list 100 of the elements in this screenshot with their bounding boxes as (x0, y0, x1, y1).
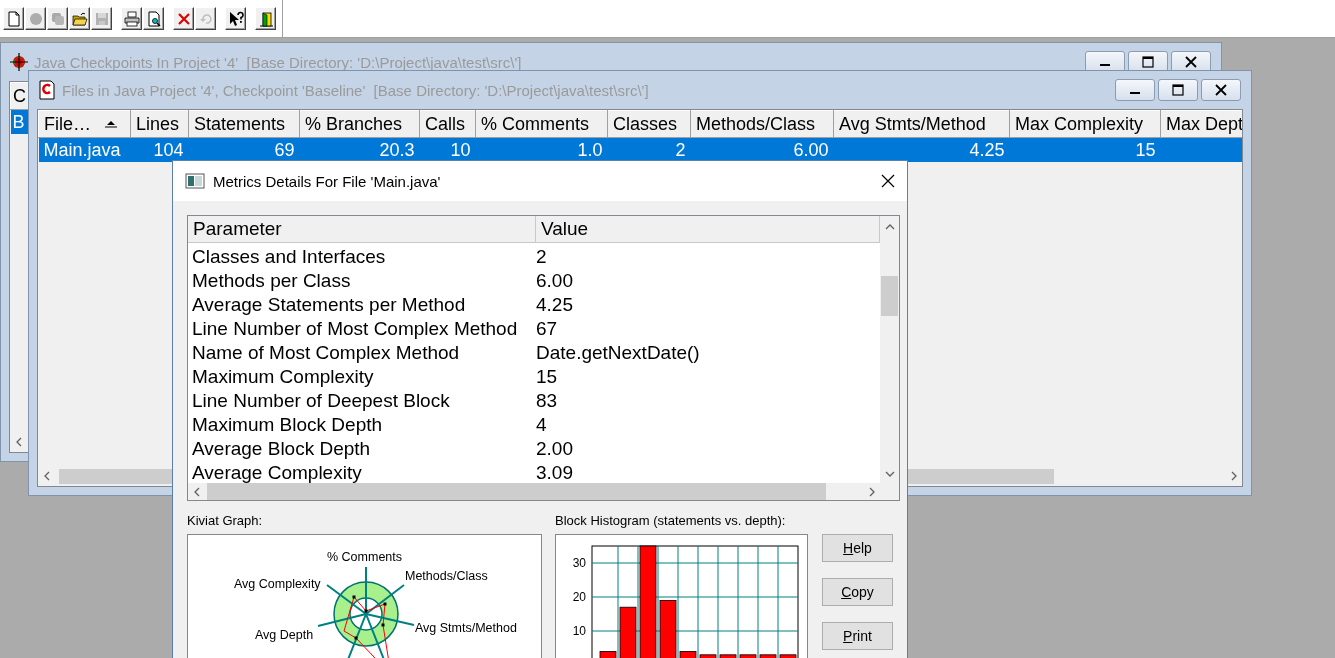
window-title: Metrics Details For File 'Main.java' (213, 172, 441, 190)
table-cell-text: Maximum Complexity (191, 366, 375, 388)
toolbar-button[interactable] (69, 7, 90, 30)
column-header[interactable]: Classes (607, 110, 691, 138)
bar (779, 654, 797, 658)
document-icon (37, 80, 57, 100)
toolbar-button[interactable] (173, 7, 194, 30)
dialog-button[interactable]: Help (822, 534, 893, 562)
table-row[interactable]: Main.java 104 69 20.3 10 1.0 2 6.00 4.25 15 (38, 137, 1242, 162)
bar (759, 654, 777, 658)
column-header[interactable]: Calls (419, 110, 476, 138)
bar (739, 654, 757, 658)
table-cell-text: Classes and Interfaces (191, 246, 387, 268)
maximize-button[interactable] (1128, 51, 1168, 73)
table-cell: 67 (536, 318, 558, 340)
column-header[interactable]: Max Complexity (1009, 110, 1161, 138)
column-header[interactable]: Statements (188, 110, 300, 138)
maximize-icon (1171, 83, 1185, 97)
maximize-icon (1141, 55, 1155, 69)
printer-icon (123, 10, 140, 27)
table-cell: 2 (675, 139, 686, 160)
axis-label: Avg Stmts/Method (415, 621, 517, 635)
table-cell: 15 (536, 366, 558, 388)
bar (719, 654, 737, 658)
window-title: Files in Java Project '4', Checkpoint 'Baseline' [Base Directory: 'D:\Project\java\test\src\'] (62, 81, 649, 99)
bar (659, 600, 677, 658)
table-cell: Date.getNextDate() (536, 342, 700, 364)
toolbar-button[interactable] (121, 7, 142, 30)
tick-label: 30 (572, 556, 586, 570)
table-cell: 83 (536, 390, 558, 412)
maximize-button[interactable] (1158, 79, 1198, 101)
minimize-icon (1130, 92, 1140, 94)
window-icon (185, 171, 205, 191)
dialog-button[interactable]: Print (822, 622, 893, 650)
table-cell: 69 (274, 139, 295, 160)
close-icon (1184, 55, 1198, 69)
bar (699, 654, 717, 658)
minimize-icon (1100, 64, 1110, 66)
table-cell-text: Methods per Class (191, 270, 352, 292)
close-button[interactable] (1201, 79, 1241, 101)
axis-label: % Comments (327, 550, 403, 564)
column-header[interactable]: Value (536, 216, 880, 243)
axis-label: Avg Depth (255, 628, 314, 642)
bar (619, 606, 637, 658)
close-icon (1214, 83, 1228, 97)
axis-label: Methods/Class (405, 569, 488, 583)
sort-caret-icon (104, 120, 118, 128)
table-cell-text: Name of Most Complex Method (191, 342, 461, 364)
table-cell: 2.00 (536, 438, 573, 460)
table-cell: 10 (450, 139, 471, 160)
column-header[interactable]: File… (38, 110, 131, 138)
window-title: Java Checkpoints In Project '4' [Base Directory: 'D:\Project\java\test\src\'] (34, 53, 522, 71)
column-header[interactable]: Methods/Class (690, 110, 834, 138)
toolbar-button[interactable] (225, 7, 246, 30)
close-button[interactable] (1171, 51, 1211, 73)
close-button[interactable] (881, 174, 895, 188)
page-magnifier-icon (145, 10, 162, 27)
scroll-up-icon[interactable] (884, 222, 895, 232)
column-header[interactable]: % Branches (299, 110, 420, 138)
axis-label: Avg Complexity (234, 577, 321, 591)
table-cell-text: Line Number of Most Complex Method (191, 318, 519, 340)
column-header[interactable]: Parameter (188, 216, 536, 243)
table-cell: 104 (153, 139, 184, 160)
column-header[interactable]: Avg Stmts/Method (833, 110, 1010, 138)
table-cell: 15 (1135, 139, 1156, 160)
toolbar-button[interactable] (3, 7, 24, 30)
table-cell: 1.0 (577, 139, 603, 160)
target-icon (9, 52, 29, 72)
stack-icon (49, 10, 66, 27)
panel-label: Kiviat Graph: (187, 513, 264, 529)
table-cell-text: Average Complexity (191, 462, 363, 483)
table-cell-text: Average Statements per Method (191, 294, 467, 316)
table-cell-text: Maximum Block Depth (191, 414, 384, 436)
column-header[interactable]: Lines (130, 110, 189, 138)
table-cell: 4.25 (969, 139, 1005, 160)
minimize-button[interactable] (1115, 79, 1155, 101)
table-cell-text: Line Number of Deepest Block (191, 390, 451, 412)
scrollbar-thumb[interactable] (207, 483, 826, 500)
table-cell: 3.09 (536, 462, 573, 483)
panel-label: Block Histogram (statements vs. depth): (555, 513, 787, 529)
table-cell: 6.00 (793, 139, 829, 160)
pointer-question-icon (227, 10, 244, 27)
column-header[interactable]: % Comments (475, 110, 608, 138)
dialog-button[interactable]: Copy (822, 578, 893, 606)
table-cell-text: Average Block Depth (191, 438, 372, 460)
toolbar-button[interactable] (255, 7, 276, 30)
scrollbar-thumb[interactable] (881, 276, 898, 316)
column-header[interactable]: C (10, 82, 31, 110)
cross-icon (175, 10, 192, 27)
table-cell: B (12, 111, 25, 132)
bar (599, 651, 617, 658)
minimize-button[interactable] (1085, 51, 1125, 73)
scroll-down-icon[interactable] (884, 469, 895, 479)
column-header[interactable]: Max Dept (1160, 110, 1242, 138)
table-cell: 20.3 (379, 139, 415, 160)
table-cell: 6.00 (536, 270, 573, 292)
toolbar-button[interactable] (143, 7, 164, 30)
document-icon (5, 10, 22, 27)
tick-label: 10 (572, 624, 586, 638)
circle-icon (27, 10, 44, 27)
